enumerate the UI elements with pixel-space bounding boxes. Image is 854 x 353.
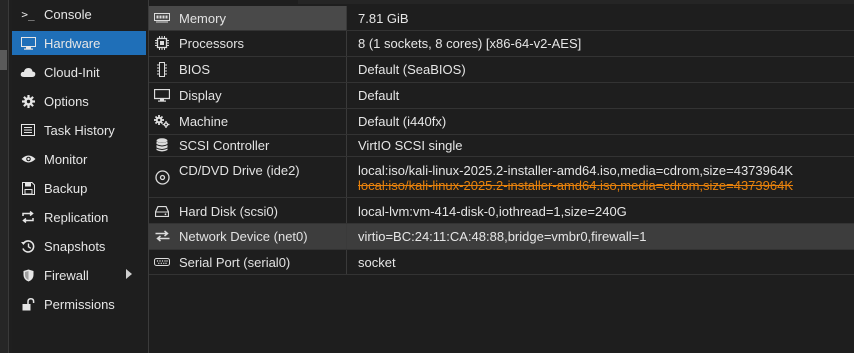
cdrom-icon [153, 169, 171, 185]
sidebar-item-label: Firewall [44, 267, 89, 283]
row-value: Default (i440fx) [358, 114, 447, 129]
hardware-row-cdrom[interactable]: CD/DVD Drive (ide2) local:iso/kali-linux… [149, 157, 854, 198]
hardware-row-scsi-controller[interactable]: SCSI Controller VirtIO SCSI single [149, 135, 854, 157]
vm-sidebar: >_ Console Hardware Cloud-Init Options T… [12, 0, 148, 353]
sidebar-item-label: Cloud-Init [44, 64, 100, 80]
grid-header-strip [298, 0, 854, 4]
row-key: Network Device (net0) [179, 229, 308, 244]
monitor-icon [20, 36, 36, 50]
list-icon [20, 124, 36, 136]
memory-icon [153, 11, 171, 25]
machine-icon [153, 114, 171, 128]
sidebar-item-label: Replication [44, 209, 109, 225]
sidebar-item-cloud-init[interactable]: Cloud-Init [12, 60, 146, 84]
row-key: Processors [179, 36, 245, 51]
hardware-row-display[interactable]: Display Default [149, 83, 854, 109]
sidebar-item-label: Hardware [44, 35, 101, 51]
sidebar-item-permissions[interactable]: Permissions [12, 292, 146, 316]
sidebar-item-label: Task History [44, 122, 115, 138]
hardware-grid: Memory 7.81 GiB Processors 8 (1 sockets,… [149, 0, 854, 353]
pending-value: local:iso/kali-linux-2025.2-installer-am… [358, 178, 794, 193]
hardware-row-machine[interactable]: Machine Default (i440fx) [149, 109, 854, 135]
row-key: Memory [179, 11, 226, 26]
hardware-row-hard-disk[interactable]: Hard Disk (scsi0) local-lvm:vm-414-disk-… [149, 198, 854, 224]
row-value: 7.81 GiB [358, 11, 409, 26]
sidebar-item-label: Monitor [44, 151, 88, 167]
sidebar-item-task-history[interactable]: Task History [12, 118, 146, 142]
hdd-icon [153, 204, 171, 218]
hardware-row-processors[interactable]: Processors 8 (1 sockets, 8 cores) [x86-6… [149, 31, 854, 57]
history-icon [20, 239, 36, 253]
expand-arrow-icon[interactable] [126, 269, 132, 279]
row-key: Display [179, 88, 222, 103]
unlock-icon [20, 297, 36, 311]
row-value: VirtIO SCSI single [358, 138, 463, 153]
console-icon: >_ [21, 7, 35, 21]
row-key: CD/DVD Drive (ide2) [179, 163, 300, 178]
row-key: Hard Disk (scsi0) [179, 204, 278, 219]
floppy-icon [20, 181, 36, 195]
hardware-row-memory[interactable]: Memory 7.81 GiB [149, 6, 854, 31]
display-icon [153, 88, 171, 102]
row-key: SCSI Controller [179, 138, 270, 153]
network-icon [153, 229, 171, 243]
row-key: BIOS [179, 62, 211, 77]
row-value: local:iso/kali-linux-2025.2-installer-am… [358, 163, 794, 178]
sidebar-item-options[interactable]: Options [12, 89, 146, 113]
hardware-row-serial-port[interactable]: Serial Port (serial0) socket [149, 250, 854, 275]
row-value: socket [358, 255, 396, 270]
sidebar-item-backup[interactable]: Backup [12, 176, 146, 200]
panel-handle[interactable] [0, 50, 7, 70]
collapsed-panel-strip[interactable] [0, 0, 9, 353]
hardware-row-bios[interactable]: BIOS Default (SeaBIOS) [149, 57, 854, 83]
sidebar-item-label: Console [44, 6, 92, 22]
sidebar-item-label: Permissions [44, 296, 115, 312]
sidebar-item-monitor[interactable]: Monitor [12, 147, 146, 171]
eye-icon [20, 154, 36, 164]
hardware-row-network[interactable]: Network Device (net0) virtio=BC:24:11:CA… [149, 224, 854, 250]
sidebar-item-hardware[interactable]: Hardware [12, 31, 146, 55]
sidebar-item-snapshots[interactable]: Snapshots [12, 234, 146, 258]
database-icon [153, 138, 171, 152]
row-key: Serial Port (serial0) [179, 255, 291, 270]
shield-icon [20, 269, 36, 282]
sidebar-item-replication[interactable]: Replication [12, 205, 146, 229]
row-value: local-lvm:vm-414-disk-0,iothread=1,size=… [358, 204, 627, 219]
sidebar-item-label: Options [44, 93, 89, 109]
row-value: Default [358, 88, 400, 103]
row-value: 8 (1 sockets, 8 cores) [x86-64-v2-AES] [358, 36, 582, 51]
row-value: virtio=BC:24:11:CA:48:88,bridge=vmbr0,fi… [358, 229, 647, 244]
bios-icon [153, 61, 171, 77]
row-key: Machine [179, 114, 229, 129]
replication-icon [20, 211, 36, 223]
cloud-icon [20, 67, 36, 78]
sidebar-item-label: Backup [44, 180, 88, 196]
sidebar-item-console[interactable]: >_ Console [12, 2, 146, 26]
row-value: Default (SeaBIOS) [358, 62, 466, 77]
serial-port-icon [153, 255, 171, 269]
sidebar-item-label: Snapshots [44, 238, 106, 254]
sidebar-item-firewall[interactable]: Firewall [12, 263, 146, 287]
gear-icon [20, 94, 36, 108]
cpu-icon [153, 36, 171, 50]
